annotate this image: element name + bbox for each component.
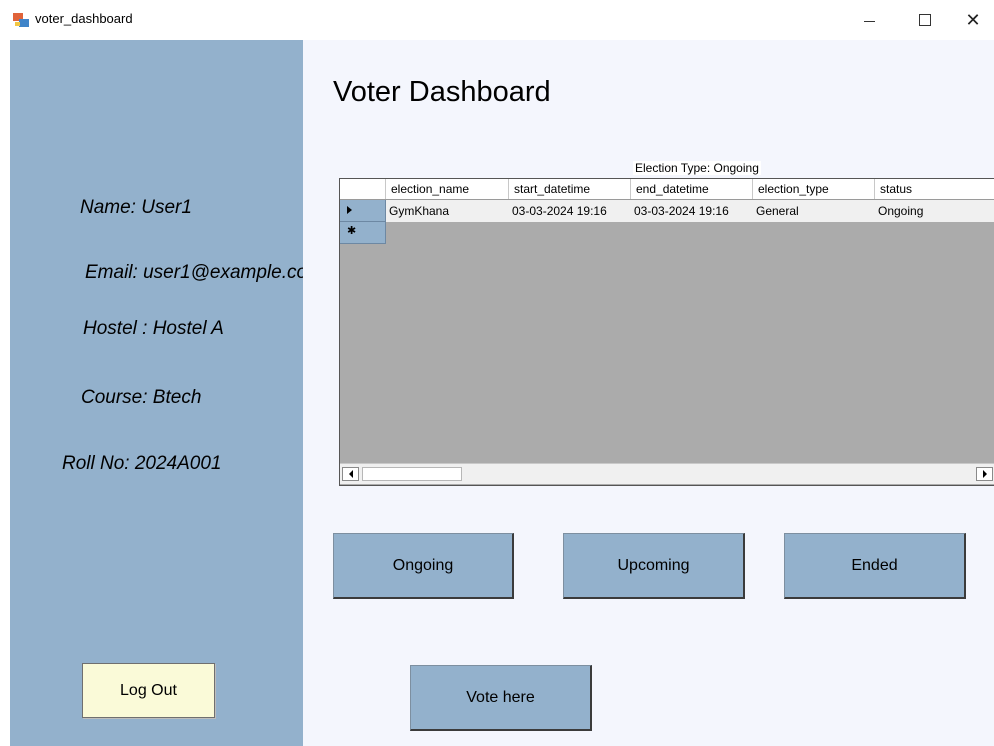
table-row[interactable]: GymKhana 03-03-2024 19:16 03-03-2024 19:…	[340, 200, 994, 222]
scroll-right-button[interactable]	[976, 467, 993, 481]
maximize-icon	[919, 14, 931, 26]
cell-election-name[interactable]: GymKhana	[386, 200, 509, 222]
user-name-label: Name: User1	[80, 197, 192, 218]
user-course-label: Course: Btech	[81, 387, 202, 408]
window-title: voter_dashboard	[35, 11, 133, 26]
grid-corner-cell	[340, 179, 386, 199]
column-header-start-datetime[interactable]: start_datetime	[509, 179, 631, 199]
cell-start-datetime[interactable]: 03-03-2024 19:16	[509, 200, 631, 222]
arrow-right-icon	[982, 470, 987, 478]
user-hostel-label: Hostel : Hostel A	[83, 318, 224, 339]
scroll-thumb[interactable]	[362, 467, 462, 481]
row-header[interactable]	[340, 200, 386, 222]
scroll-left-button[interactable]	[342, 467, 359, 481]
page-title: Voter Dashboard	[333, 76, 551, 108]
current-row-icon	[347, 206, 352, 214]
ended-button[interactable]: Ended	[784, 533, 966, 599]
grid-header: election_name start_datetime end_datetim…	[340, 179, 994, 200]
user-email-label: Email: user1@example.com	[85, 262, 303, 283]
column-header-end-datetime[interactable]: end_datetime	[631, 179, 753, 199]
app-icon	[13, 13, 29, 27]
ongoing-button[interactable]: Ongoing	[333, 533, 514, 599]
new-row-icon: ✱	[347, 225, 357, 237]
main-panel: Voter Dashboard Election Type: Ongoing e…	[303, 40, 994, 746]
cell-end-datetime[interactable]: 03-03-2024 19:16	[631, 200, 753, 222]
horizontal-scrollbar[interactable]	[340, 463, 994, 484]
arrow-left-icon	[348, 470, 353, 478]
user-info-sidebar: Name: User1 Email: user1@example.com Hos…	[10, 40, 303, 746]
column-header-election-name[interactable]: election_name	[386, 179, 509, 199]
vote-here-button[interactable]: Vote here	[410, 665, 592, 731]
column-header-status[interactable]: status	[875, 179, 994, 199]
cell-election-type[interactable]: General	[753, 200, 875, 222]
minimize-button[interactable]	[846, 6, 892, 34]
new-row-header[interactable]: ✱	[340, 222, 386, 244]
grid-caption: Election Type: Ongoing	[633, 161, 761, 175]
minimize-icon	[863, 20, 875, 22]
close-button[interactable]: ✕	[950, 6, 994, 34]
title-bar: voter_dashboard ✕	[0, 0, 994, 40]
column-header-election-type[interactable]: election_type	[753, 179, 875, 199]
upcoming-button[interactable]: Upcoming	[563, 533, 745, 599]
cell-status[interactable]: Ongoing	[875, 200, 994, 222]
close-icon: ✕	[965, 9, 981, 30]
elections-grid[interactable]: election_name start_datetime end_datetim…	[339, 178, 994, 486]
maximize-button[interactable]	[902, 6, 948, 34]
logout-button[interactable]: Log Out	[82, 663, 215, 718]
user-roll-label: Roll No: 2024A001	[62, 453, 222, 474]
new-row[interactable]: ✱	[340, 222, 994, 244]
